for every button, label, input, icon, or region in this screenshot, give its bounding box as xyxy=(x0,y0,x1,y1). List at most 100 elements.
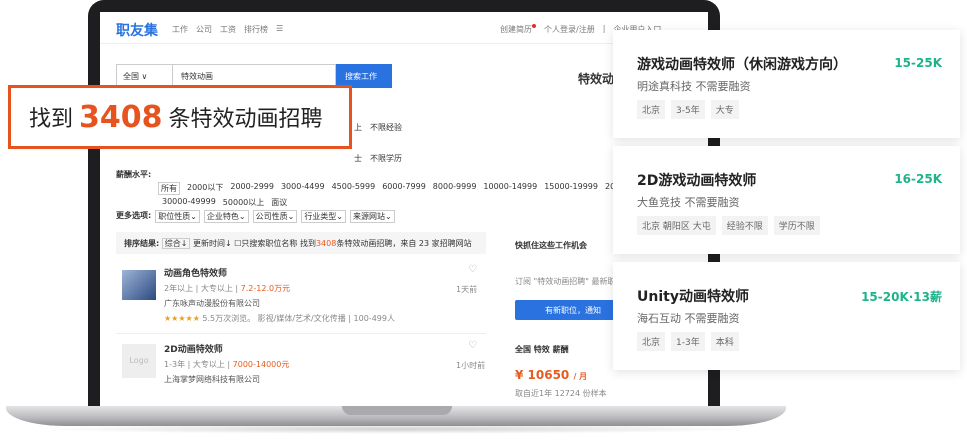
side-desc: 订阅 "特效动画招聘" 最新职 xyxy=(515,277,616,286)
favorite-icon[interactable]: ♡ xyxy=(468,340,477,351)
right-title: 特效动 xyxy=(578,72,615,86)
card-tags: 北京 朝阳区 大屯 经验不限 学历不限 xyxy=(637,216,820,235)
card-tag: 1-3年 xyxy=(671,332,705,351)
job-salary: 7000-14000元 xyxy=(232,360,290,369)
sort-update-time[interactable]: 更新时间↓ xyxy=(193,239,232,248)
more-opt-company-type[interactable]: 公司性质⌄ xyxy=(252,210,298,223)
nav-rankings[interactable]: 排行榜 xyxy=(244,24,268,35)
more-opt-industry[interactable]: 行业类型⌄ xyxy=(301,210,347,223)
salary-options: 所有 2000以下 2000-2999 3000-4499 4500-5999 … xyxy=(158,182,620,195)
card-company: 明途真科技 不需要融资 xyxy=(637,80,751,93)
salary-opt[interactable]: 50000以上 xyxy=(223,197,264,208)
card-salary: 15-25K xyxy=(894,56,942,70)
notification-dot xyxy=(532,24,536,28)
job-company[interactable]: 上海掌梦网络科技有限公司 xyxy=(164,374,260,385)
sort-comprehensive[interactable]: 综合↓ xyxy=(161,238,191,249)
callout-post: 条特效动画招聘 xyxy=(168,107,323,132)
card-tag: 本科 xyxy=(710,332,739,351)
rating-stars: ★★★★★ xyxy=(164,314,200,323)
callout-count: 3408 xyxy=(79,99,163,135)
card-company: 海石互动 不需要融资 xyxy=(637,312,740,325)
card-tags: 北京 3-5年 大专 xyxy=(637,100,739,119)
job-item[interactable]: 动画角色特效师 2年以上 | 大专以上 | 7.2-12.0万元 广东咏声动漫股… xyxy=(116,258,486,334)
salary-opt[interactable]: 4500-5999 xyxy=(332,182,376,195)
card-title[interactable]: 2D游戏动画特效师 xyxy=(637,170,756,190)
job-req: 2年以上 | 大专以上 | 7.2-12.0万元 xyxy=(164,284,291,293)
more-opt-source[interactable]: 来源网站⌄ xyxy=(350,210,395,223)
salary-opt[interactable]: 面议 xyxy=(271,197,287,208)
job-company[interactable]: 广东咏声动漫股份有限公司 xyxy=(164,298,260,309)
company-logo-placeholder: Logo xyxy=(122,344,156,378)
found-count: 3408 xyxy=(315,239,337,248)
salary-opt[interactable]: 3000-4499 xyxy=(281,182,325,195)
card-title[interactable]: Unity动画特效师 xyxy=(637,286,749,306)
job-title[interactable]: 动画角色特效师 xyxy=(164,266,227,279)
callout-pre: 找到 xyxy=(29,107,74,132)
edu-any[interactable]: 不限学历 xyxy=(370,153,402,164)
card-tags: 北京 1-3年 本科 xyxy=(637,332,739,351)
salary-options-row2: 30000-49999 50000以上 面议 xyxy=(162,197,287,208)
card-tag: 北京 xyxy=(637,332,666,351)
menu-icon[interactable]: ☰ xyxy=(276,24,283,35)
card-tag: 大专 xyxy=(710,100,739,119)
laptop-notch xyxy=(342,406,452,415)
laptop-base xyxy=(6,406,786,426)
nav-salary[interactable]: 工资 xyxy=(220,24,236,35)
card-salary: 16-25K xyxy=(894,172,942,186)
more-options: 更多选项: 职位性质⌄ 企业特色⌄ 公司性质⌄ 行业类型⌄ 来源网站⌄ xyxy=(116,210,395,223)
salary-note: 取自近1年 12724 份样本 xyxy=(515,389,607,398)
salary-opt[interactable]: 6000-7999 xyxy=(382,182,426,195)
job-card[interactable]: Unity动画特效师 15-20K·13薪 海石互动 不需要融资 北京 1-3年… xyxy=(613,262,960,370)
education-filter: 士 不限学历 xyxy=(354,153,402,164)
job-time: 1天前 xyxy=(456,285,478,294)
salary-title: 全国 特效 薪酬 xyxy=(515,345,569,354)
job-salary: 7.2-12.0万元 xyxy=(240,284,291,293)
more-label: 更多选项: xyxy=(116,211,152,220)
card-tag: 学历不限 xyxy=(773,216,820,235)
card-tag: 北京 朝阳区 大屯 xyxy=(637,216,716,235)
create-resume-link[interactable]: 创建简历 xyxy=(500,24,536,35)
favorite-icon[interactable]: ♡ xyxy=(468,264,477,275)
card-title[interactable]: 游戏动画特效师（休闲游戏方向） xyxy=(637,54,847,74)
card-tag: 经验不限 xyxy=(721,216,768,235)
job-item[interactable]: Logo 2D动画特效师 1-3年 | 大专以上 | 7000-14000元 上… xyxy=(116,334,486,408)
salary-opt[interactable]: 所有 xyxy=(158,182,180,195)
job-thumbnail xyxy=(122,270,156,300)
site-logo[interactable]: 职友集 xyxy=(116,20,158,40)
job-title[interactable]: 2D动画特效师 xyxy=(164,342,223,355)
exp-any[interactable]: 不限经验 xyxy=(370,122,402,133)
job-card[interactable]: 游戏动画特效师（休闲游戏方向） 15-25K 明途真科技 不需要融资 北京 3-… xyxy=(613,30,960,138)
salary-opt[interactable]: 2000-2999 xyxy=(230,182,274,195)
card-tag: 北京 xyxy=(637,100,666,119)
experience-filter: 上 不限经验 xyxy=(354,122,402,133)
sort-label: 排序结果: xyxy=(124,239,160,248)
job-time: 1小时前 xyxy=(456,361,486,370)
salary-opt[interactable]: 2000以下 xyxy=(187,182,223,195)
more-opt-company-feature[interactable]: 企业特色⌄ xyxy=(203,210,249,223)
sort-bar: 排序结果: 综合↓ 更新时间↓ ☐只搜索职位名称 找到3408条特效动画招聘，来… xyxy=(116,232,486,254)
found-pre: 找到 xyxy=(299,239,316,248)
job-card[interactable]: 2D游戏动画特效师 16-25K 大鱼竞技 不需要融资 北京 朝阳区 大屯 经验… xyxy=(613,146,960,254)
salary-label: 薪酬水平: xyxy=(116,170,152,179)
exp-tail: 上 xyxy=(354,123,362,132)
salary-opt[interactable]: 8000-9999 xyxy=(433,182,477,195)
card-company: 大鱼竞技 不需要融资 xyxy=(637,196,740,209)
login-link[interactable]: 个人登录/注册 xyxy=(544,24,595,35)
results-callout: 找到 3408 条特效动画招聘 xyxy=(8,85,352,149)
job-req: 1-3年 | 大专以上 | 7000-14000元 xyxy=(164,360,290,369)
side-title: 快抓住这些工作机会 xyxy=(515,241,587,250)
salary-opt[interactable]: 15000-19999 xyxy=(544,182,598,195)
nav-divider: | xyxy=(602,24,606,33)
card-salary: 15-20K·13薪 xyxy=(861,290,942,304)
salary-opt[interactable]: 10000-14999 xyxy=(483,182,537,195)
nav-jobs[interactable]: 工作 xyxy=(172,24,188,35)
edu-tail: 士 xyxy=(354,154,362,163)
job-meta: ★★★★★ 5.5万次浏览。 影视/媒体/艺术/文化传播 | 100-499人 xyxy=(164,314,395,323)
nav-companies[interactable]: 公司 xyxy=(196,24,212,35)
card-tag: 3-5年 xyxy=(671,100,705,119)
title-only-checkbox[interactable]: ☐只搜索职位名称 xyxy=(234,239,297,248)
salary-opt[interactable]: 30000-49999 xyxy=(162,197,216,208)
more-opt-job-type[interactable]: 职位性质⌄ xyxy=(155,210,200,223)
salary-value: ¥ 10650 / 月 xyxy=(515,368,588,382)
found-post: 条特效动画招聘，来自 23 家招聘网站 xyxy=(336,239,472,248)
